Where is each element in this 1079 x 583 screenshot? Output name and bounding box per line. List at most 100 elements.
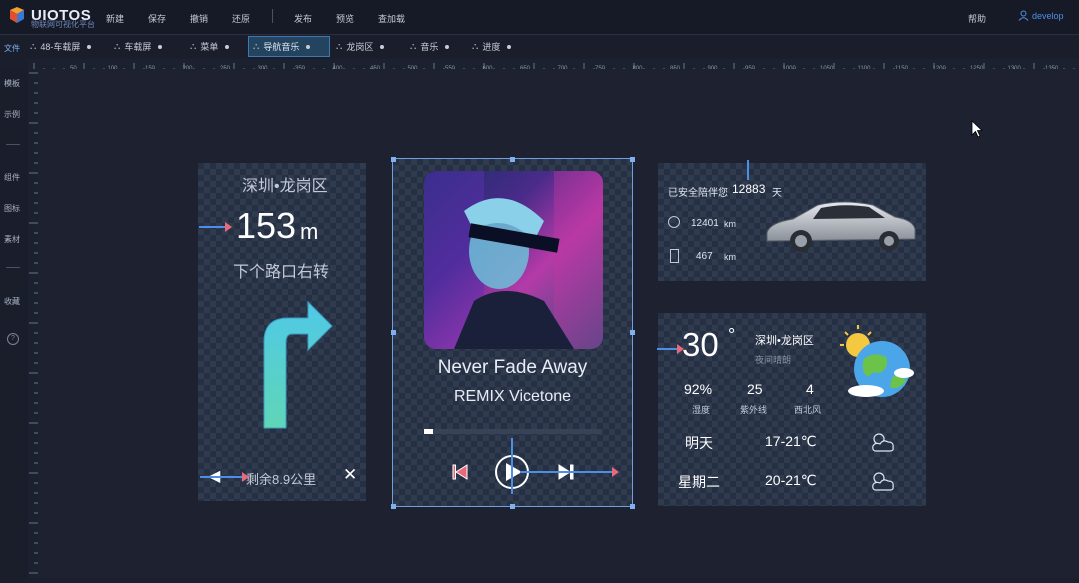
wind-label: 西北风: [794, 405, 822, 415]
link-arrow: [520, 467, 619, 477]
sidebar-item-components[interactable]: 组件: [4, 172, 20, 183]
progress-track[interactable]: [424, 429, 601, 434]
progress-fill: [424, 429, 433, 434]
wind-value: 4: [806, 381, 814, 397]
nav-instruction: 下个路口右转: [233, 264, 330, 281]
component-icon: ⛬: [410, 41, 417, 51]
sidebar-divider: [6, 267, 20, 268]
tab-music[interactable]: ⛬ 音乐: [410, 36, 464, 57]
tab-close-dot[interactable]: [225, 44, 230, 49]
link-line: [511, 438, 513, 494]
link-arrow: [200, 472, 249, 482]
uv-label: 紫外线: [740, 405, 768, 415]
menu-save-button[interactable]: 保存: [148, 12, 166, 25]
menu-publish-button[interactable]: 发布: [294, 12, 312, 25]
link-arrow: [199, 222, 232, 232]
resize-handle[interactable]: [630, 504, 635, 509]
nav-distance-value: 153: [236, 205, 297, 246]
mileage-value: 12401: [691, 218, 719, 229]
user-name: develop: [1032, 10, 1064, 21]
album-cover: [424, 171, 603, 349]
safe-label: 已安全陪伴您: [668, 188, 728, 199]
forecast-day: 明天: [685, 435, 713, 451]
menu-divider: [272, 9, 273, 23]
range-value: 467: [696, 251, 713, 262]
resize-handle[interactable]: [391, 330, 396, 335]
nav-distance-unit: m: [300, 219, 319, 244]
tab-close-dot[interactable]: [158, 44, 163, 49]
range-unit: km: [724, 252, 736, 262]
uv-value: 25: [747, 381, 763, 397]
tab-nav-music[interactable]: ⛬ 导航音乐: [248, 36, 330, 57]
weather-globe-icon: [840, 325, 914, 397]
car-image: [766, 201, 916, 252]
car-info-panel[interactable]: 已安全陪伴您 12883 天 12401 km 467 km: [658, 163, 926, 281]
tab-close-dot[interactable]: [507, 44, 512, 49]
menu-reload-button[interactable]: 查加载: [378, 12, 405, 25]
navigation-panel[interactable]: 深圳•龙岗区 153 m 下个路口右转 ◀︎ 剩余8.9公里 ✕: [198, 163, 366, 501]
tab-48-car-screen[interactable]: ⛬ 48-车载屏: [30, 36, 112, 57]
component-icon: ⛬: [30, 41, 37, 51]
nav-remaining: 剩余8.9公里: [246, 472, 317, 487]
humidity-label: 湿度: [692, 405, 711, 415]
component-icon: ⛬: [114, 41, 121, 51]
resize-handle[interactable]: [391, 504, 396, 509]
sidebar-item-icons[interactable]: 图标: [4, 203, 20, 214]
mileage-unit: km: [724, 219, 736, 229]
song-title: Never Fade Away: [437, 357, 588, 378]
menu-new-button[interactable]: 新建: [106, 12, 124, 25]
speedometer-icon: [668, 216, 680, 228]
menu-redo-button[interactable]: 还原: [232, 12, 250, 25]
battery-icon: [670, 249, 679, 263]
menu-preview-button[interactable]: 预览: [336, 12, 354, 25]
link-arrow: [657, 344, 684, 354]
resize-handle[interactable]: [510, 504, 515, 509]
partly-cloudy-icon: [872, 472, 894, 491]
user-icon: [1018, 10, 1029, 21]
player-controls: [452, 455, 574, 489]
weather-condition: 夜间晴朗: [755, 355, 792, 365]
tab-close-dot[interactable]: [87, 44, 92, 49]
sidebar-divider: [6, 144, 20, 145]
resize-handle[interactable]: [630, 330, 635, 335]
close-icon[interactable]: ✕: [343, 465, 357, 485]
menu-undo-button[interactable]: 撤销: [190, 12, 208, 25]
resize-handle[interactable]: [510, 157, 515, 162]
logo-icon: [8, 6, 26, 24]
file-tab[interactable]: 文件: [4, 43, 20, 54]
turn-right-arrow-icon: [263, 300, 333, 429]
resize-handle[interactable]: [630, 157, 635, 162]
mouse-cursor-icon: [971, 120, 983, 138]
tab-close-dot[interactable]: [306, 44, 311, 49]
forecast-range: 20-21℃: [765, 472, 817, 488]
forecast-day: 星期二: [678, 474, 720, 490]
sidebar-item-templates[interactable]: 模板: [4, 78, 20, 89]
top-toolbar: UIOTOS 物联网可视化平台 新建 保存 撤销 还原 发布 预览 查加载 帮助…: [0, 0, 1079, 35]
tab-longgang[interactable]: ⛬ 龙岗区: [336, 36, 398, 57]
help-button[interactable]: 帮助: [968, 12, 986, 25]
forecast-range: 17-21℃: [765, 433, 817, 449]
song-artist: REMIX Vicetone: [453, 388, 572, 405]
tab-close-dot[interactable]: [380, 44, 385, 49]
sidebar-item-assets[interactable]: 素材: [4, 234, 20, 245]
nav-city: 深圳•龙岗区: [242, 178, 328, 195]
component-icon: ⛬: [253, 41, 260, 51]
sidebar-item-examples[interactable]: 示例: [4, 109, 20, 120]
sidebar-item-favorites[interactable]: 收藏: [4, 296, 20, 307]
left-sidebar: [0, 69, 28, 578]
app-subtitle: 物联网可视化平台: [31, 20, 95, 29]
weather-panel[interactable]: 30 ° 深圳•龙岗区 夜间晴朗 92% 湿度 25 紫外线 4 西北风 明天 …: [658, 313, 926, 506]
safe-days: 12883: [732, 182, 766, 196]
tab-car-screen[interactable]: ⛬ 车载屏: [114, 36, 184, 57]
help-circle-icon[interactable]: ?: [7, 333, 19, 345]
tab-close-dot[interactable]: [445, 44, 450, 49]
humidity-value: 92%: [684, 381, 713, 397]
link-line: [747, 160, 749, 180]
tab-menu[interactable]: ⛬ 菜单: [190, 36, 246, 57]
resize-handle[interactable]: [391, 157, 396, 162]
tab-progress[interactable]: ⛬ 进度: [472, 36, 528, 57]
weather-city: 深圳•龙岗区: [755, 335, 814, 347]
previous-icon: [452, 464, 468, 480]
user-account[interactable]: develop: [1018, 10, 1064, 21]
partly-cloudy-icon: [872, 433, 894, 452]
